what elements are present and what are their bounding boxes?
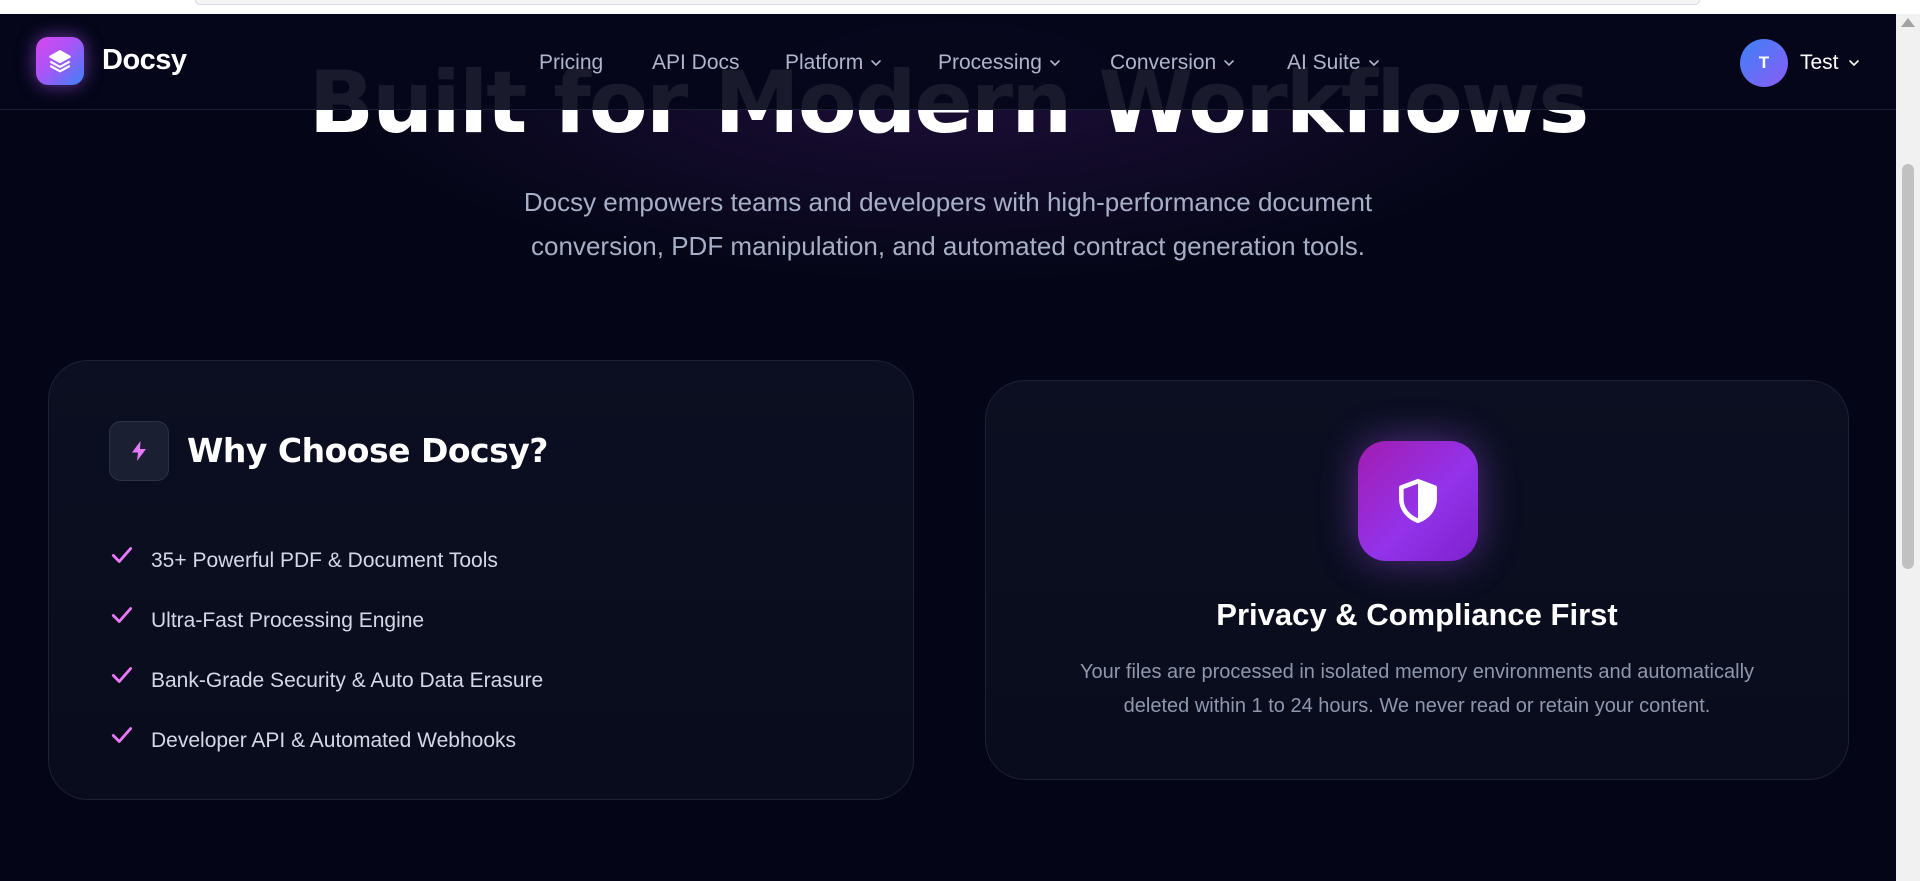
- page-scrollbar[interactable]: [1896, 14, 1920, 881]
- nav-conversion[interactable]: Conversion: [1110, 51, 1236, 75]
- chevron-down-icon: [1368, 60, 1379, 67]
- feature-text: 35+ Powerful PDF & Document Tools: [151, 549, 498, 572]
- nav-conversion-label: Conversion: [1110, 51, 1217, 74]
- chevron-down-icon: [1050, 60, 1060, 67]
- page: Built for Modern Workflows Docsy empower…: [0, 14, 1896, 881]
- privacy-title: Privacy & Compliance First: [1216, 597, 1618, 632]
- chevron-down-icon: [871, 60, 881, 67]
- nav-pricing[interactable]: Pricing: [539, 51, 603, 75]
- privacy-card: Privacy & Compliance First Your files ar…: [985, 380, 1849, 780]
- chevron-down-icon: [1848, 60, 1859, 67]
- hero-subtitle: Docsy empowers teams and developers with…: [448, 180, 1448, 268]
- nav-processing[interactable]: Processing: [938, 51, 1062, 75]
- why-choose-title: Why Choose Docsy?: [187, 431, 548, 470]
- nav-processing-label: Processing: [938, 51, 1042, 74]
- chevron-down-icon: [1224, 60, 1235, 67]
- list-item: Bank-Grade Security & Auto Data Erasure: [109, 651, 543, 711]
- nav-api-docs-label: API Docs: [652, 51, 740, 74]
- nav-platform-label: Platform: [785, 51, 864, 74]
- feature-text: Bank-Grade Security & Auto Data Erasure: [151, 669, 544, 692]
- viewport: Built for Modern Workflows Docsy empower…: [0, 14, 1920, 881]
- nav-ai-suite[interactable]: AI Suite: [1287, 51, 1381, 75]
- privacy-description-line-2: deleted within 1 to 24 hours. We never r…: [1123, 695, 1711, 717]
- logo-icon[interactable]: [36, 37, 84, 85]
- nav-ai-suite-label: AI Suite: [1287, 51, 1361, 74]
- list-item: Developer API & Automated Webhooks: [109, 711, 543, 771]
- scroll-up-arrow-icon[interactable]: [1901, 18, 1915, 27]
- nav-api-docs[interactable]: API Docs: [652, 51, 740, 75]
- check-icon: [111, 547, 133, 563]
- browser-url-bar-edge[interactable]: [195, 0, 1700, 5]
- nav-pricing-label: Pricing: [539, 51, 604, 74]
- top-navbar: Docsy Pricing API Docs Platform Processi…: [0, 14, 1896, 110]
- user-menu[interactable]: Test: [1800, 51, 1861, 75]
- why-choose-card: Why Choose Docsy? 35+ Powerful PDF & Doc…: [48, 360, 914, 800]
- hero-subtitle-line-2: conversion, PDF manipulation, and automa…: [531, 231, 1365, 261]
- list-item: Ultra-Fast Processing Engine: [109, 591, 543, 651]
- privacy-description: Your files are processed in isolated mem…: [1052, 655, 1782, 723]
- hero-subtitle-line-1: Docsy empowers teams and developers with…: [523, 187, 1373, 217]
- scrollbar-thumb[interactable]: [1902, 164, 1914, 569]
- feature-text: Developer API & Automated Webhooks: [151, 729, 516, 752]
- check-icon: [111, 607, 133, 623]
- check-icon: [111, 727, 133, 743]
- avatar[interactable]: T: [1740, 39, 1788, 87]
- check-icon: [111, 667, 133, 683]
- feature-list: 35+ Powerful PDF & Document Tools Ultra-…: [109, 531, 543, 771]
- brand-name[interactable]: Docsy: [102, 44, 187, 77]
- shield-icon: [1358, 441, 1478, 561]
- browser-top-strip: [0, 0, 1920, 14]
- lightning-icon: [109, 421, 169, 481]
- feature-text: Ultra-Fast Processing Engine: [151, 609, 425, 632]
- nav-platform[interactable]: Platform: [785, 51, 883, 75]
- list-item: 35+ Powerful PDF & Document Tools: [109, 531, 543, 591]
- user-name: Test: [1800, 51, 1839, 74]
- privacy-description-line-1: Your files are processed in isolated mem…: [1079, 661, 1755, 683]
